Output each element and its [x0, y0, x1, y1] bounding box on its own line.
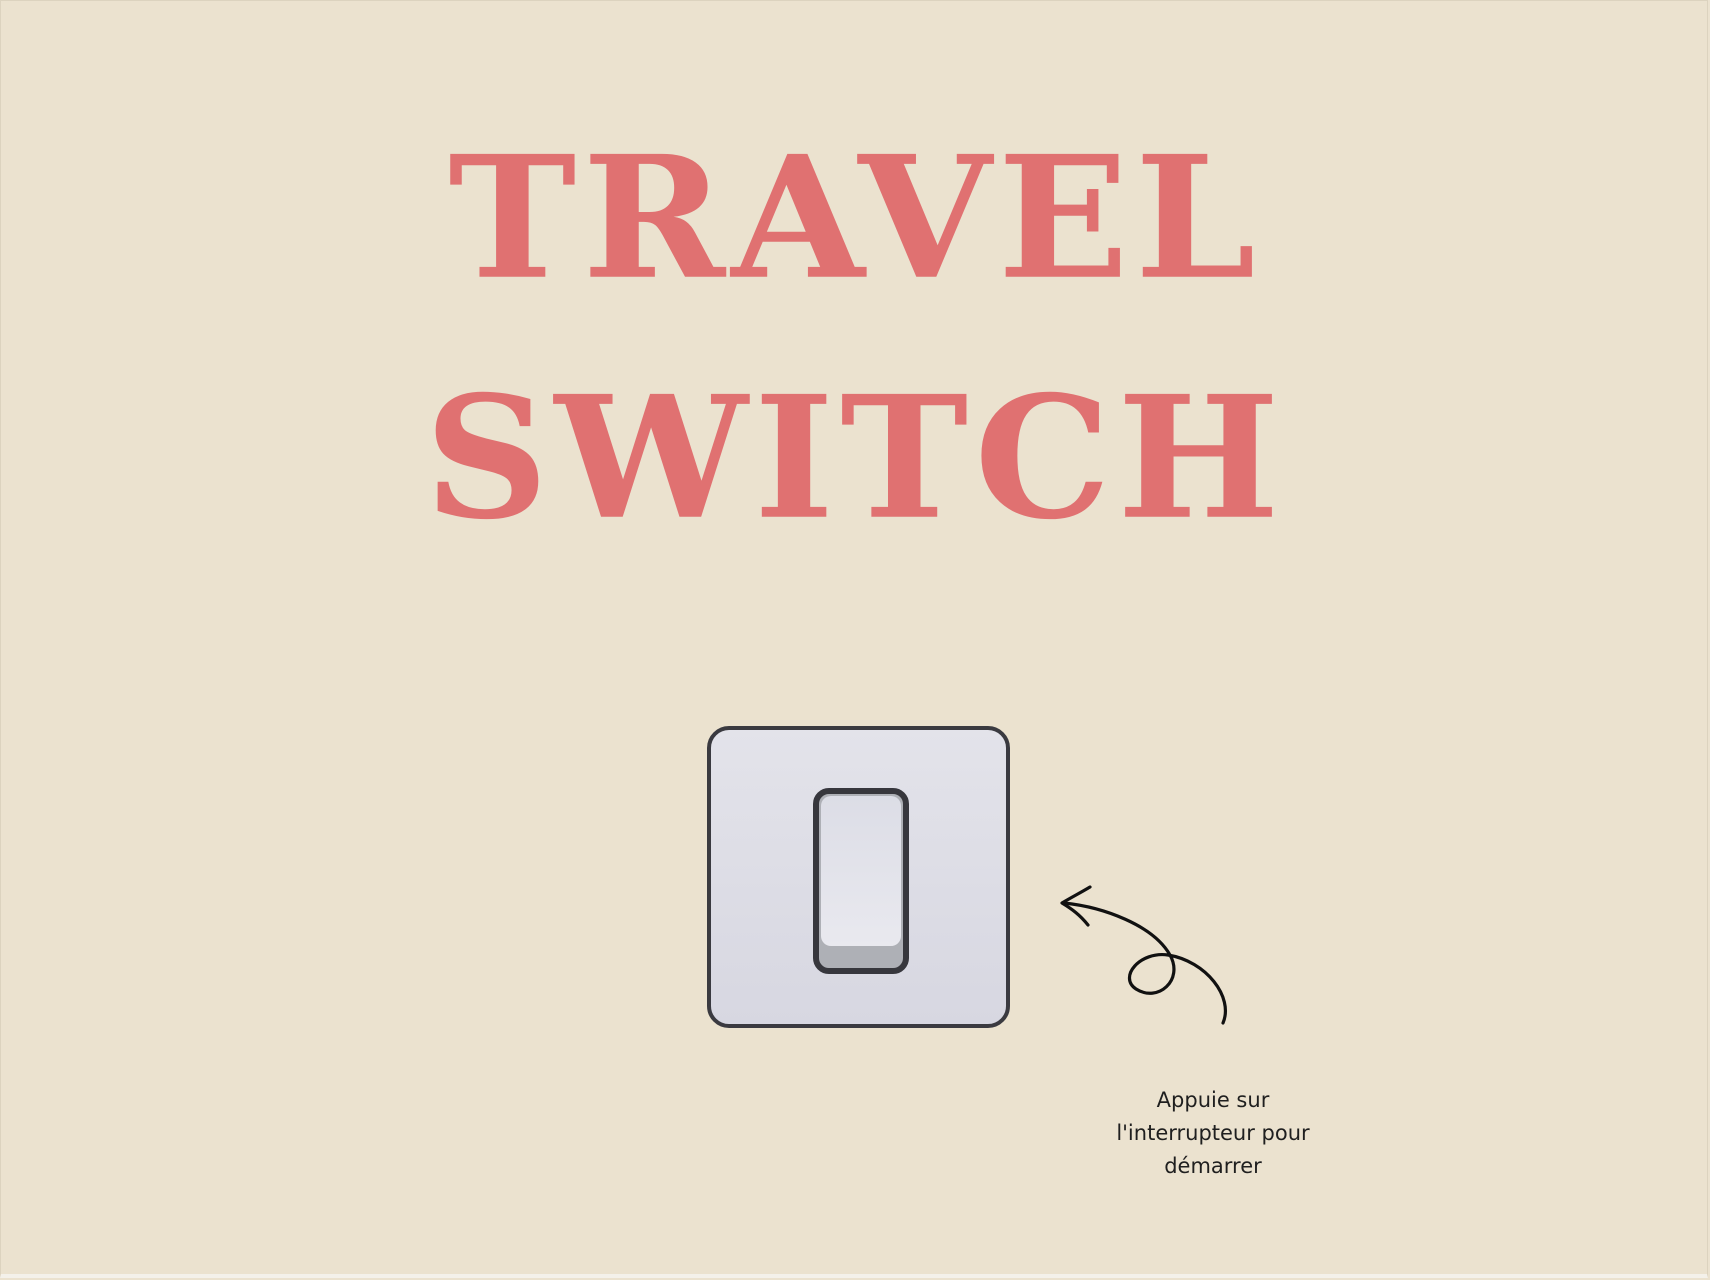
instruction-text: Appuie sur l'interrupteur pour démarrer [1093, 1084, 1333, 1183]
light-switch[interactable] [707, 726, 1010, 1028]
switch-toggle-face [821, 796, 901, 946]
curly-arrow-icon [1060, 885, 1227, 1025]
title-line-1: TRAVEL [448, 118, 1262, 317]
instruction-line-2: l'interrupteur pour [1116, 1121, 1310, 1145]
switch-toggle[interactable] [813, 788, 909, 974]
title-line-2: SWITCH [424, 358, 1286, 557]
instruction-line-1: Appuie sur [1156, 1088, 1270, 1112]
instruction-line-3: démarrer [1164, 1154, 1262, 1178]
